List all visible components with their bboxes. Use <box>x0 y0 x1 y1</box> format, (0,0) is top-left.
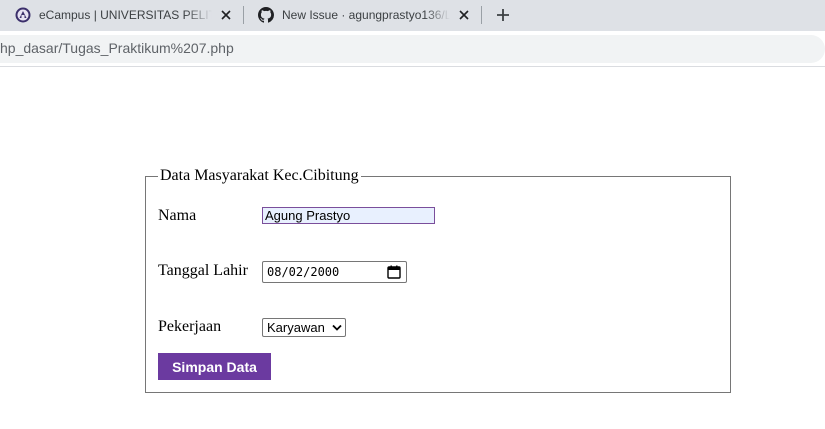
close-icon[interactable] <box>218 7 234 23</box>
tab-strip: eCampus | UNIVERSITAS PELITA BANGSA New … <box>0 0 825 31</box>
tab-title: eCampus | UNIVERSITAS PELITA BANGSA <box>39 7 212 22</box>
tanggal-lahir-label: Tanggal Lahir <box>158 262 248 279</box>
form-legend: Data Masyarakat Kec.Cibitung <box>160 167 359 184</box>
nama-label: Nama <box>158 207 197 224</box>
calendar-icon[interactable] <box>387 265 401 279</box>
tab-ecampus[interactable]: eCampus | UNIVERSITAS PELITA BANGSA <box>0 0 243 29</box>
chevron-down-icon <box>332 324 342 331</box>
pekerjaan-select[interactable]: Karyawan <box>262 318 346 337</box>
github-icon <box>258 6 274 23</box>
tab-github-issue[interactable]: New Issue · agungprastyo136/Latihan <box>243 0 481 29</box>
plus-icon <box>497 9 509 21</box>
simpan-data-button[interactable]: Simpan Data <box>158 353 271 380</box>
tab-title: New Issue · agungprastyo136/Latihan <box>282 7 450 22</box>
pekerjaan-label: Pekerjaan <box>158 318 222 335</box>
url-text[interactable]: hp_dasar/Tugas_Praktikum%207.php <box>0 40 234 56</box>
tab-separator <box>481 6 482 24</box>
nama-input[interactable] <box>262 207 435 224</box>
university-logo-icon <box>15 7 31 22</box>
select-value: Karyawan <box>267 320 325 335</box>
date-value: 08/02/2000 <box>267 265 340 279</box>
close-icon[interactable] <box>456 7 472 23</box>
new-tab-button[interactable] <box>493 5 513 25</box>
tanggal-lahir-input[interactable]: 08/02/2000 <box>262 261 407 283</box>
